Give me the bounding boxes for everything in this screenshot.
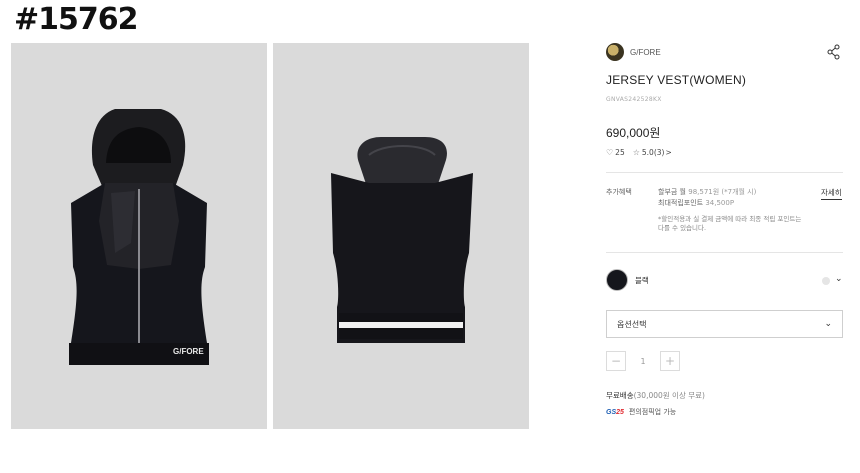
decrease-button[interactable]: − bbox=[606, 351, 626, 371]
product-info-panel: G/FORE JERSEY VEST(WOMEN) GNVAS242528KX … bbox=[606, 0, 846, 473]
pickup-info: GS25 편의점픽업 가능 bbox=[606, 407, 676, 417]
review-count: (3) bbox=[653, 148, 665, 157]
brand-row[interactable]: G/FORE bbox=[606, 43, 661, 61]
vest-back-illustration bbox=[331, 137, 473, 343]
points-prefix: 최대적립포인트 bbox=[658, 199, 704, 207]
installment-prefix: 할부금 월 bbox=[658, 188, 686, 196]
detail-link[interactable]: 자세히 bbox=[821, 187, 842, 200]
increase-button[interactable]: + bbox=[660, 351, 680, 371]
vest-logo-text: G/FORE bbox=[173, 347, 204, 356]
product-image-back[interactable] bbox=[273, 43, 529, 429]
product-stats: ♡ 25 ☆ 5.0(3)> bbox=[606, 148, 672, 157]
product-price: 690,000원 bbox=[606, 126, 661, 140]
page: #15762 G/FORE G/FORE JERSEY VEST(WOMEN) … bbox=[0, 0, 860, 473]
share-icon[interactable] bbox=[826, 44, 842, 60]
star-icon: ☆ bbox=[632, 148, 640, 157]
pickup-text: 편의점픽업 가능 bbox=[628, 408, 677, 416]
likes[interactable]: ♡ 25 bbox=[606, 148, 625, 157]
chevron-down-icon[interactable]: ⌄ bbox=[835, 274, 843, 284]
points-value: 34,500P bbox=[705, 199, 735, 207]
heart-icon: ♡ bbox=[606, 148, 614, 157]
rating[interactable]: ☆ 5.0(3)> bbox=[633, 148, 672, 157]
color-name: 블랙 bbox=[635, 275, 649, 285]
brand-logo bbox=[606, 43, 624, 61]
option-select[interactable]: 옵션선택 ⌄ bbox=[606, 310, 843, 338]
product-title: JERSEY VEST(WOMEN) bbox=[606, 73, 747, 87]
product-sku: GNVAS242528KX bbox=[606, 96, 662, 103]
chevron-right-icon: > bbox=[665, 148, 672, 157]
product-image-front[interactable]: G/FORE bbox=[11, 43, 267, 429]
benefit-body: 할부금 월 98,571원 (*7개월 시) 최대적립포인트 34,500P bbox=[658, 187, 798, 209]
divider bbox=[606, 252, 843, 253]
benefit-note: *할인적용과 실 결제 금액에 따라 최종 적립 포인트는 다를 수 있습니다. bbox=[658, 215, 802, 232]
vest-front-illustration bbox=[69, 109, 209, 365]
shipping-condition: (30,000원 이상 무료) bbox=[633, 391, 705, 400]
shipping-label: 무료배송 bbox=[606, 391, 634, 400]
shipping-info: 무료배송(30,000원 이상 무료) bbox=[606, 390, 705, 401]
gs25-logo: GS25 bbox=[606, 408, 624, 416]
quantity-stepper: − 1 + bbox=[606, 351, 680, 371]
color-option-row[interactable]: 블랙 ⌄ bbox=[606, 268, 844, 292]
option-select-label: 옵션선택 bbox=[617, 319, 647, 329]
color-swatch[interactable] bbox=[606, 269, 628, 291]
divider bbox=[606, 172, 843, 173]
quantity-value[interactable]: 1 bbox=[626, 357, 660, 366]
brand-name: G/FORE bbox=[630, 47, 661, 57]
benefit-label: 추가혜택 bbox=[606, 188, 632, 196]
likes-count: 25 bbox=[615, 148, 625, 157]
id-tag: #15762 bbox=[14, 2, 139, 37]
rating-value: 5.0 bbox=[641, 148, 654, 157]
chevron-down-icon: ⌄ bbox=[824, 319, 832, 329]
installment-value: 98,571원 (*7개월 시) bbox=[688, 188, 757, 196]
color-dot-indicator bbox=[822, 277, 830, 285]
